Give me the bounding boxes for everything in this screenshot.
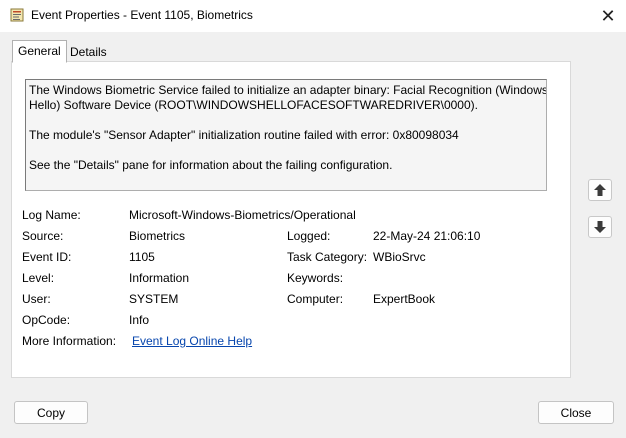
event-description[interactable]: The Windows Biometric Service failed to … (25, 79, 547, 191)
description-line: See the "Details" pane for information a… (29, 158, 393, 172)
log-name-value: Microsoft-Windows-Biometrics/Operational (129, 208, 356, 222)
tab-general[interactable]: General (12, 40, 67, 63)
event-id-value: 1105 (129, 250, 155, 264)
arrow-down-icon (594, 221, 606, 233)
event-viewer-icon (10, 8, 24, 22)
close-icon: ✕ (600, 5, 616, 26)
next-event-button[interactable] (588, 216, 612, 238)
event-id-label: Event ID: (22, 250, 72, 264)
user-label: User: (22, 292, 51, 306)
task-category-label: Task Category: (287, 250, 368, 264)
close-window-button[interactable]: ✕ (590, 0, 626, 32)
computer-value: ExpertBook (373, 292, 436, 306)
logged-label: Logged: (287, 229, 331, 243)
opcode-value: Info (129, 313, 150, 327)
source-label: Source: (22, 229, 64, 243)
window-title: Event Properties - Event 1105, Biometric… (31, 8, 253, 22)
more-information-label: More Information: (22, 334, 117, 348)
level-label: Level: (22, 271, 55, 285)
user-value: SYSTEM (129, 292, 179, 306)
logged-value: 22-May-24 21:06:10 (373, 229, 481, 243)
description-line: Hello) Software Device (ROOT\WINDOWSHELL… (29, 98, 478, 112)
level-value: Information (129, 271, 190, 285)
arrow-up-icon (594, 184, 606, 196)
computer-label: Computer: (287, 292, 344, 306)
close-button-label: Close (560, 405, 592, 420)
tab-details[interactable]: Details (64, 42, 113, 62)
close-button[interactable]: Close (538, 401, 614, 424)
description-line: The module's "Sensor Adapter" initializa… (29, 128, 459, 142)
description-line: The Windows Biometric Service failed to … (29, 83, 547, 97)
copy-button-label: Copy (36, 405, 65, 420)
task-category-value: WBioSrvc (373, 250, 426, 264)
keywords-label: Keywords: (287, 271, 344, 285)
opcode-label: OpCode: (22, 313, 71, 327)
copy-button[interactable]: Copy (14, 401, 88, 424)
log-name-label: Log Name: (22, 208, 81, 222)
event-log-online-help-link[interactable]: Event Log Online Help (132, 334, 252, 348)
previous-event-button[interactable] (588, 179, 612, 201)
source-value: Biometrics (129, 229, 186, 243)
title-bar: Event Properties - Event 1105, Biometric… (0, 0, 626, 32)
